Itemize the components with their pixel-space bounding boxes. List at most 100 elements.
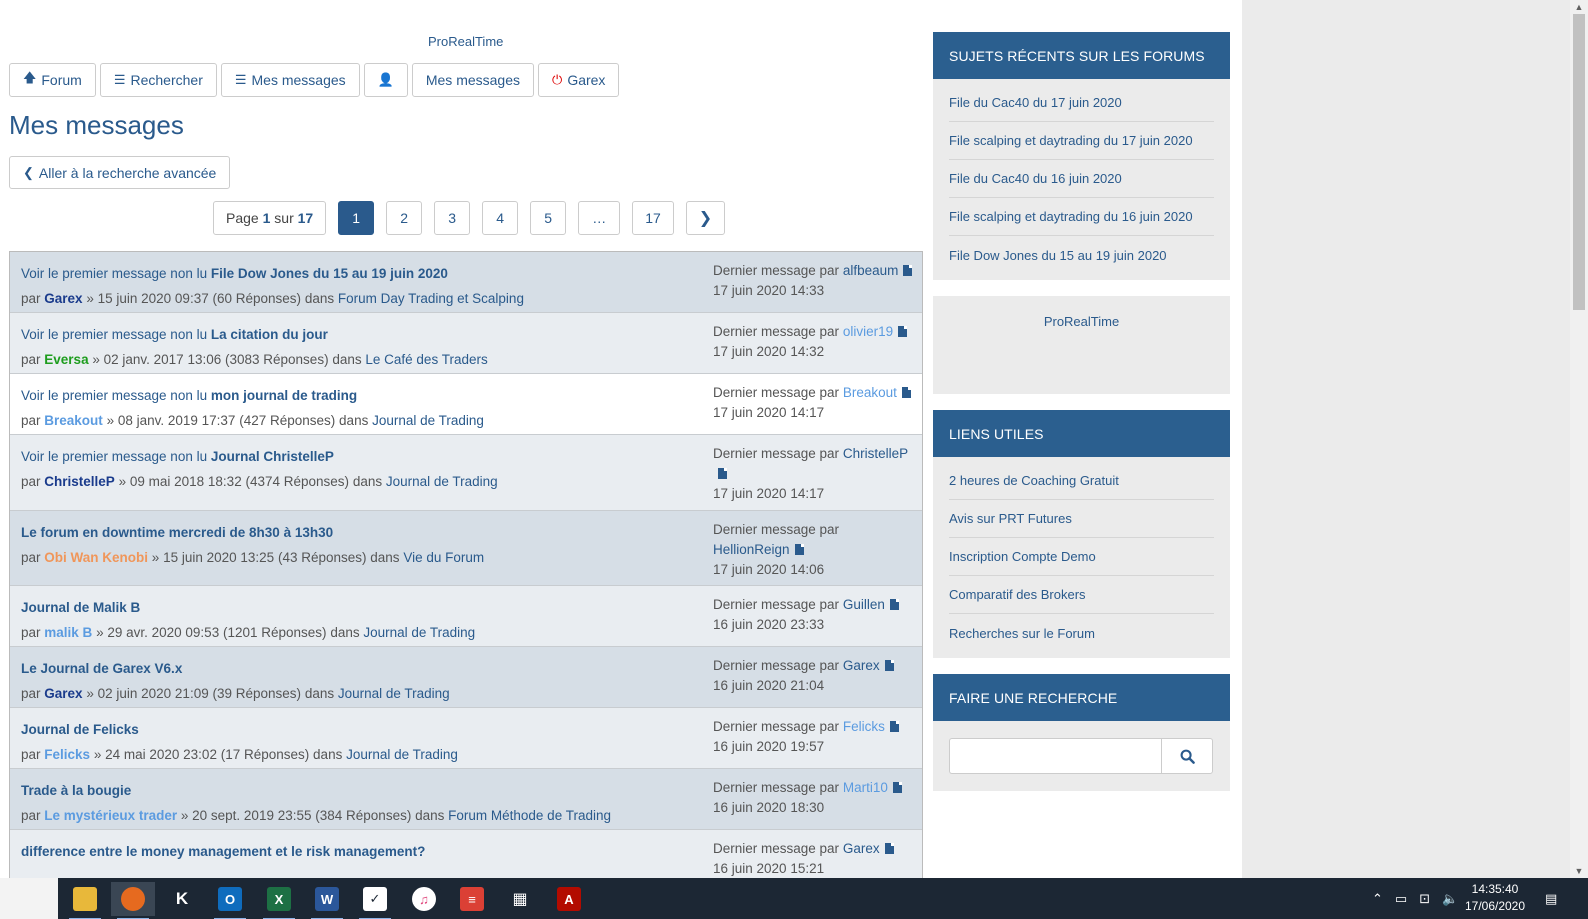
recent-topic-link[interactable]: File scalping et daytrading du 16 juin 2… — [949, 198, 1214, 236]
first-unread-link[interactable]: Voir le premier message non lu — [21, 266, 207, 281]
calculator-icon[interactable]: ▦ — [498, 882, 542, 916]
author-link[interactable]: Le mystérieux trader — [44, 808, 177, 823]
acrobat-icon[interactable]: A — [547, 882, 591, 916]
forum-link[interactable]: Journal de Trading — [386, 474, 498, 489]
useful-link[interactable]: Inscription Compte Demo — [949, 538, 1214, 576]
page-5-button[interactable]: 5 — [530, 201, 567, 235]
document-icon[interactable] — [889, 599, 899, 610]
document-icon[interactable] — [794, 544, 804, 555]
first-unread-link[interactable]: Voir le premier message non lu — [21, 449, 207, 464]
network-icon[interactable]: ⊡ — [1419, 891, 1430, 907]
document-icon[interactable] — [903, 265, 913, 276]
battery-icon[interactable]: ▭ — [1395, 891, 1407, 907]
recent-topic-link[interactable]: File du Cac40 du 16 juin 2020 — [949, 160, 1214, 198]
page-3-button[interactable]: 3 — [434, 201, 471, 235]
scrollbar-thumb[interactable] — [1573, 14, 1585, 310]
forum-link[interactable]: Journal de Trading — [338, 686, 450, 701]
forum-link[interactable]: Forum Day Trading et Scalping — [338, 291, 524, 306]
forum-link[interactable]: Vie du Forum — [403, 550, 484, 565]
word-icon[interactable]: W — [305, 882, 349, 919]
file-explorer-icon[interactable] — [63, 882, 107, 919]
first-unread-link[interactable]: Voir le premier message non lu — [21, 327, 207, 342]
topic-title-link[interactable]: difference entre le money management et … — [21, 844, 425, 859]
author-link[interactable]: ChristelleP — [44, 474, 115, 489]
brand-link[interactable]: ProRealTime — [428, 34, 503, 49]
document-icon[interactable] — [889, 721, 899, 732]
excel-icon[interactable]: X — [257, 882, 301, 919]
taskbar-clock[interactable]: 14:35:40 17/06/2020 — [1460, 881, 1530, 915]
forum-link[interactable]: Journal de Trading — [363, 625, 475, 640]
search-button[interactable]: ☰ Rechercher — [99, 63, 217, 97]
author-link[interactable]: malik B — [44, 625, 92, 640]
forum-link[interactable]: Journal de Trading — [346, 747, 458, 762]
firefox-icon[interactable] — [111, 882, 155, 919]
page-2-button[interactable]: 2 — [386, 201, 423, 235]
useful-link[interactable]: 2 heures de Coaching Gratuit — [949, 462, 1214, 500]
forum-button[interactable]: 🡅 Forum — [9, 63, 96, 97]
topic-title-link[interactable]: Le Journal de Garex V6.x — [21, 661, 182, 676]
recent-topic-link[interactable]: File scalping et daytrading du 17 juin 2… — [949, 122, 1214, 160]
document-icon[interactable] — [884, 843, 894, 854]
app-k-icon[interactable]: K — [160, 882, 204, 916]
page-17-button[interactable]: 17 — [632, 201, 674, 235]
itunes-icon[interactable]: ♫ — [402, 882, 446, 916]
profile-button[interactable]: 👤 — [363, 63, 408, 97]
last-post-author-link[interactable]: Guillen — [843, 597, 885, 612]
scroll-down-arrow[interactable]: ▼ — [1570, 864, 1588, 878]
document-icon[interactable] — [901, 387, 911, 398]
prt-link[interactable]: ProRealTime — [1044, 314, 1119, 394]
logout-button[interactable]: ⏻ Garex — [538, 63, 620, 97]
author-link[interactable]: Garex — [44, 686, 82, 701]
recent-topic-link[interactable]: File Dow Jones du 15 au 19 juin 2020 — [949, 236, 1214, 274]
last-post-author-link[interactable]: olivier19 — [843, 324, 893, 339]
sidebar-search-input[interactable] — [949, 738, 1161, 774]
author-link[interactable]: Obi Wan Kenobi — [44, 550, 148, 565]
author-link[interactable]: Garex — [44, 291, 82, 306]
last-post-author-link[interactable]: Felicks — [843, 719, 885, 734]
document-icon[interactable] — [892, 782, 902, 793]
next-page-button[interactable]: ❯ — [685, 201, 726, 235]
last-post-author-link[interactable]: Breakout — [843, 385, 897, 400]
topic-title-link[interactable]: Trade à la bougie — [21, 783, 131, 798]
forum-link[interactable]: Forum Méthode de Trading — [448, 808, 611, 823]
topic-title-link[interactable]: La citation du jour — [211, 327, 328, 342]
my-messages-button-2[interactable]: Mes messages — [411, 63, 535, 97]
last-post-author-link[interactable]: Garex — [843, 841, 880, 856]
page-1-button[interactable]: 1 — [338, 201, 375, 235]
todoist-icon[interactable]: ≡ — [450, 882, 494, 916]
topic-title-link[interactable]: Journal de Felicks — [21, 722, 139, 737]
notifications-icon[interactable]: ▤ — [1545, 878, 1557, 919]
topic-title-link[interactable]: mon journal de trading — [211, 388, 357, 403]
outlook-icon[interactable]: O — [208, 882, 252, 919]
tasks-check-icon[interactable]: ✓ — [353, 882, 397, 919]
useful-link[interactable]: Avis sur PRT Futures — [949, 500, 1214, 538]
last-post-author-link[interactable]: Marti10 — [843, 780, 888, 795]
document-icon[interactable] — [898, 326, 908, 337]
topic-title-link[interactable]: File Dow Jones du 15 au 19 juin 2020 — [211, 266, 448, 281]
useful-link[interactable]: Recherches sur le Forum — [949, 614, 1214, 652]
forum-link[interactable]: Journal de Trading — [372, 413, 484, 428]
advanced-search-button[interactable]: ❮ Aller à la recherche avancée — [9, 156, 231, 189]
vertical-scrollbar[interactable]: ▲ ▼ — [1570, 0, 1588, 878]
sidebar-search-button[interactable] — [1161, 738, 1213, 774]
scroll-up-arrow[interactable]: ▲ — [1570, 0, 1588, 14]
forum-link[interactable]: Le Café des Traders — [365, 352, 487, 367]
document-icon[interactable] — [718, 468, 727, 479]
last-post-author-link[interactable]: HellionReign — [713, 542, 790, 557]
volume-icon[interactable]: 🔈 — [1442, 891, 1458, 907]
chevron-up-icon[interactable]: ⌃ — [1372, 891, 1383, 907]
last-post-author-link[interactable]: alfbeaum — [843, 263, 899, 278]
author-link[interactable]: Felicks — [44, 747, 90, 762]
topic-title-link[interactable]: Le forum en downtime mercredi de 8h30 à … — [21, 525, 333, 540]
useful-link[interactable]: Comparatif des Brokers — [949, 576, 1214, 614]
author-link[interactable]: Eversa — [44, 352, 88, 367]
last-post-author-link[interactable]: ChristelleP — [843, 446, 908, 461]
topic-title-link[interactable]: Journal ChristelleP — [211, 449, 334, 464]
document-icon[interactable] — [884, 660, 894, 671]
first-unread-link[interactable]: Voir le premier message non lu — [21, 388, 207, 403]
author-link[interactable]: Breakout — [44, 413, 103, 428]
recent-topic-link[interactable]: File du Cac40 du 17 juin 2020 — [949, 84, 1214, 122]
taskbar-search-box[interactable] — [0, 878, 58, 919]
page-4-button[interactable]: 4 — [482, 201, 519, 235]
my-messages-button[interactable]: ☰ Mes messages — [220, 63, 360, 97]
